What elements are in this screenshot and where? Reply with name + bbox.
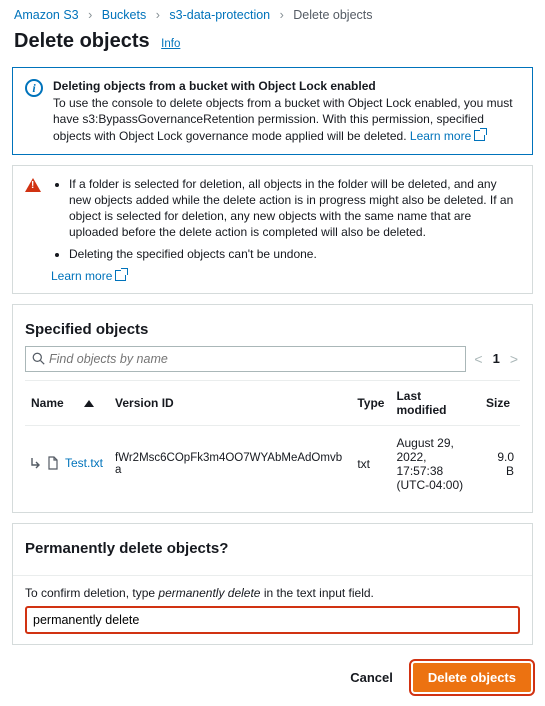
confirm-instruction: To confirm deletion, type permanently de…	[25, 586, 520, 600]
info-icon: i	[25, 79, 43, 97]
object-last-modified: August 29, 2022, 17:57:38 (UTC-04:00)	[390, 425, 480, 502]
chevron-right-icon: ›	[280, 8, 284, 22]
learn-more-link[interactable]: Learn more	[410, 129, 485, 143]
learn-more-link[interactable]: Learn more	[51, 269, 126, 283]
col-header-name[interactable]: Name	[25, 380, 109, 425]
warning-icon	[25, 178, 41, 192]
chevron-right-icon: ›	[88, 8, 92, 22]
page-next-icon[interactable]: >	[508, 351, 520, 367]
page-number: 1	[493, 351, 500, 366]
breadcrumb-link-s3[interactable]: Amazon S3	[14, 8, 79, 22]
confirm-title: Permanently delete objects?	[25, 534, 520, 565]
confirm-delete-panel: Permanently delete objects? To confirm d…	[12, 523, 533, 645]
info-link[interactable]: Info	[161, 38, 180, 50]
object-type: txt	[351, 425, 390, 502]
specified-objects-title: Specified objects	[25, 315, 520, 346]
search-input[interactable]	[49, 352, 459, 366]
pagination: < 1 >	[472, 351, 520, 367]
search-icon	[32, 352, 45, 365]
object-size: 9.0 B	[480, 425, 520, 502]
external-link-icon	[474, 130, 485, 141]
footer-actions: Cancel Delete objects	[0, 655, 545, 706]
page-title-row: Delete objects Info	[0, 26, 545, 61]
breadcrumb: Amazon S3 › Buckets › s3-data-protection…	[0, 0, 545, 26]
external-link-icon	[115, 270, 126, 281]
col-header-type[interactable]: Type	[351, 380, 390, 425]
page-title: Delete objects	[14, 30, 150, 52]
confirm-delete-input[interactable]	[25, 606, 520, 634]
col-header-last-modified[interactable]: Last modified	[390, 380, 480, 425]
breadcrumb-current: Delete objects	[293, 8, 372, 22]
search-input-wrapper[interactable]	[25, 346, 466, 372]
warning-panel: If a folder is selected for deletion, al…	[12, 165, 533, 294]
object-name-link[interactable]: Test.txt	[65, 456, 103, 470]
page-prev-icon[interactable]: <	[472, 351, 484, 367]
cancel-button[interactable]: Cancel	[340, 664, 403, 691]
object-lock-info-panel: i Deleting objects from a bucket with Ob…	[12, 67, 533, 155]
col-header-size[interactable]: Size	[480, 380, 520, 425]
sort-asc-icon	[84, 400, 94, 407]
delete-objects-button[interactable]: Delete objects	[413, 663, 531, 692]
level-indent-icon	[31, 457, 41, 469]
object-lock-info-text: Deleting objects from a bucket with Obje…	[53, 78, 520, 144]
warning-item: Deleting the specified objects can't be …	[69, 246, 520, 262]
breadcrumb-link-buckets[interactable]: Buckets	[102, 8, 146, 22]
table-row: Test.txt fWr2Msc6COpFk3m4OO7WYAbMeAdOmvb…	[25, 425, 520, 502]
object-version-id: fWr2Msc6COpFk3m4OO7WYAbMeAdOmvba	[109, 425, 351, 502]
specified-objects-panel: Specified objects < 1 > Name Version ID …	[12, 304, 533, 513]
specified-objects-table: Name Version ID Type Last modified Size …	[25, 380, 520, 502]
file-icon	[47, 456, 59, 470]
object-lock-info-heading: Deleting objects from a bucket with Obje…	[53, 78, 520, 94]
warning-list: If a folder is selected for deletion, al…	[51, 176, 520, 262]
chevron-right-icon: ›	[156, 8, 160, 22]
breadcrumb-link-bucket[interactable]: s3-data-protection	[169, 8, 270, 22]
warning-item: If a folder is selected for deletion, al…	[69, 176, 520, 241]
table-header-row: Name Version ID Type Last modified Size	[25, 380, 520, 425]
col-header-version[interactable]: Version ID	[109, 380, 351, 425]
